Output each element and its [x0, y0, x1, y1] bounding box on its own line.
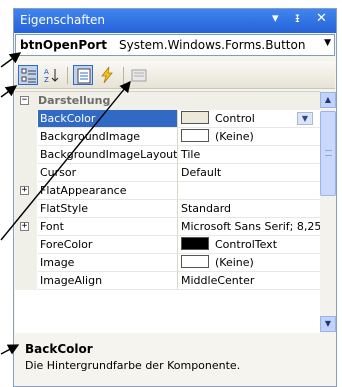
property-value[interactable]: Default — [178, 164, 320, 182]
property-name[interactable]: Cursor — [38, 164, 178, 182]
categorized-icon — [21, 68, 36, 83]
scroll-up-button[interactable]: ▲ — [320, 92, 336, 108]
property-value[interactable]: Microsoft Sans Serif; 8,25pt — [178, 218, 320, 236]
property-value-text: Control — [215, 112, 255, 125]
row-gutter — [15, 272, 37, 290]
properties-icon — [77, 68, 91, 84]
property-name[interactable]: ImageAlign — [38, 272, 178, 290]
svg-text:A: A — [44, 68, 49, 76]
property-value[interactable] — [178, 182, 320, 200]
property-value-text: (Keine) — [215, 130, 254, 143]
toolbar: A Z — [15, 61, 335, 89]
window-menu-button[interactable]: ▾ — [272, 11, 279, 26]
expand-icon[interactable]: + — [20, 186, 29, 195]
vertical-scrollbar[interactable]: ▲ ▼ — [320, 91, 336, 333]
chevron-down-icon[interactable]: ▼ — [324, 38, 331, 48]
color-swatch — [181, 111, 209, 124]
events-button[interactable] — [97, 65, 117, 85]
property-pages-icon — [131, 69, 147, 82]
value-dropdown-icon[interactable]: ▼ — [297, 112, 313, 125]
property-pages-button[interactable] — [129, 65, 149, 85]
row-gutter: + — [15, 182, 37, 200]
row-gutter — [15, 254, 37, 272]
alphabetical-button[interactable]: A Z — [42, 65, 62, 85]
toolbar-separator — [123, 67, 124, 84]
grip-icon — [325, 150, 332, 156]
image-swatch — [181, 255, 209, 268]
properties-button[interactable] — [73, 65, 93, 85]
row-gutter — [15, 146, 37, 164]
image-swatch — [181, 129, 209, 142]
properties-window: Eigenschaften ▾ ᵻ ✕ btnOpenPort System.W… — [13, 8, 337, 387]
description-pane: BackColor Die Hintergrundfarbe der Kompo… — [15, 338, 335, 386]
categorized-button[interactable] — [18, 65, 38, 85]
property-row-cursor[interactable]: Cursor Default — [15, 164, 320, 182]
description-text: Die Hintergrundfarbe der Komponente. — [25, 359, 241, 372]
collapse-icon[interactable]: − — [20, 96, 29, 105]
pin-icon[interactable]: ᵻ — [295, 11, 300, 26]
property-value[interactable]: Standard — [178, 200, 320, 218]
object-type: System.Windows.Forms.Button — [119, 38, 306, 52]
property-value-text: ControlText — [215, 238, 278, 251]
property-row-flatstyle[interactable]: FlatStyle Standard — [15, 200, 320, 218]
property-value[interactable]: MiddleCenter — [178, 272, 320, 290]
property-row-backcolor[interactable]: BackColor Control ▼ — [15, 110, 320, 128]
row-gutter — [15, 236, 37, 254]
row-gutter: + — [15, 218, 37, 236]
events-lightning-icon — [101, 67, 113, 83]
property-row-imagealign[interactable]: ImageAlign MiddleCenter — [15, 272, 320, 290]
expand-icon[interactable]: + — [20, 222, 29, 231]
property-row-backgroundimagelayout[interactable]: BackgroundImageLayout Tile — [15, 146, 320, 164]
property-name[interactable]: ForeColor — [38, 236, 178, 254]
property-row-font[interactable]: + Font Microsoft Sans Serif; 8,25pt — [15, 218, 320, 236]
alphabetical-sort-icon: A Z — [44, 68, 59, 83]
property-row-flatappearance[interactable]: + FlatAppearance — [15, 182, 320, 200]
category-row[interactable]: − Darstellung — [15, 92, 320, 110]
property-row-backgroundimage[interactable]: BackgroundImage (Keine) — [15, 128, 320, 146]
property-value[interactable]: Tile — [178, 146, 320, 164]
row-gutter — [15, 164, 37, 182]
toolbar-separator — [67, 67, 68, 84]
scroll-down-button[interactable]: ▼ — [320, 316, 336, 332]
row-gutter — [15, 110, 37, 128]
row-gutter — [15, 200, 37, 218]
object-selector[interactable]: btnOpenPort System.Windows.Forms.Button … — [15, 34, 335, 56]
property-name[interactable]: Image — [38, 254, 178, 272]
property-name[interactable]: FlatAppearance — [38, 182, 178, 200]
close-button[interactable]: ✕ — [316, 11, 327, 26]
property-row-forecolor[interactable]: ForeColor ControlText — [15, 236, 320, 254]
property-name[interactable]: BackgroundImage — [38, 128, 178, 146]
property-row-image[interactable]: Image (Keine) — [15, 254, 320, 272]
color-swatch — [181, 237, 209, 250]
property-value[interactable]: Control ▼ — [178, 110, 320, 128]
title-bar[interactable]: Eigenschaften ▾ ᵻ ✕ — [14, 9, 336, 33]
property-value[interactable]: ControlText — [178, 236, 320, 254]
property-value[interactable]: (Keine) — [178, 254, 320, 272]
property-name[interactable]: Font — [38, 218, 178, 236]
property-name[interactable]: BackColor — [38, 110, 178, 128]
property-grid[interactable]: − Darstellung BackColor Control ▼ Backgr… — [15, 91, 320, 333]
property-value[interactable]: (Keine) — [178, 128, 320, 146]
property-name[interactable]: FlatStyle — [38, 200, 178, 218]
property-value-text: (Keine) — [215, 256, 254, 269]
row-gutter — [15, 128, 37, 146]
scroll-thumb[interactable] — [320, 111, 336, 196]
category-label: Darstellung — [38, 94, 111, 107]
object-name: btnOpenPort — [20, 38, 108, 52]
svg-text:Z: Z — [44, 76, 49, 83]
description-title: BackColor — [25, 342, 93, 356]
window-title: Eigenschaften — [20, 13, 106, 27]
property-name[interactable]: BackgroundImageLayout — [38, 146, 178, 164]
